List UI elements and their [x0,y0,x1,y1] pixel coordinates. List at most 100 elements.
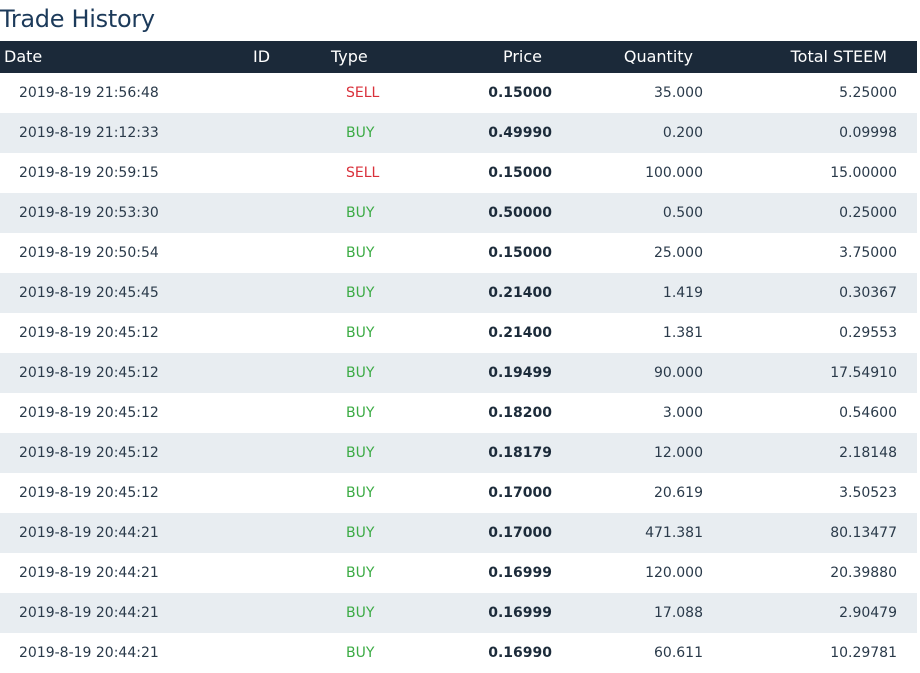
cell-total-steem: 0.09998 [839,125,897,141]
cell-total-steem: 0.54600 [839,405,897,421]
cell-price: 0.15000 [488,165,552,181]
cell-date: 2019-8-19 21:56:48 [19,85,159,101]
table-row: 2019-8-19 20:59:15 SELL 0.15000 100.000 15.0… [0,153,917,193]
cell-quantity: 1.419 [662,285,703,301]
cell-total-steem: 10.29781 [830,645,897,661]
table-row: 2019-8-19 20:44:21 BUY 0.17000 471.381 80.13… [0,513,917,553]
cell-quantity: 100.000 [645,165,703,181]
cell-type: BUY [346,445,375,461]
cell-quantity: 120.000 [645,565,703,581]
column-header-id[interactable]: ID [253,41,270,73]
cell-date: 2019-8-19 21:12:33 [19,125,159,141]
cell-price: 0.15000 [488,245,552,261]
page-title: Trade History [0,5,155,33]
cell-type: BUY [346,605,375,621]
table-row: 2019-8-19 20:44:21 BUY 0.16999 120.000 20.39… [0,553,917,593]
cell-quantity: 35.000 [654,85,703,101]
cell-date: 2019-8-19 20:45:45 [19,285,159,301]
cell-quantity: 12.000 [654,445,703,461]
cell-quantity: 471.381 [645,525,703,541]
cell-price: 0.21400 [488,325,552,341]
cell-quantity: 0.500 [662,205,703,221]
cell-total-steem: 0.25000 [839,205,897,221]
cell-date: 2019-8-19 20:44:21 [19,645,159,661]
cell-quantity: 25.000 [654,245,703,261]
cell-date: 2019-8-19 20:45:12 [19,365,159,381]
cell-type: BUY [346,565,375,581]
cell-date: 2019-8-19 20:45:12 [19,325,159,341]
table-row: 2019-8-19 20:44:21 BUY 0.16990 60.611 10.297… [0,633,917,673]
cell-total-steem: 15.00000 [830,165,897,181]
cell-price: 0.18200 [488,405,552,421]
cell-date: 2019-8-19 20:44:21 [19,565,159,581]
cell-price: 0.19499 [488,365,552,381]
table-row: 2019-8-19 20:45:12 BUY 0.21400 1.381 0.29553 [0,313,917,353]
cell-quantity: 1.381 [662,325,703,341]
cell-total-steem: 0.29553 [839,325,897,341]
cell-type: BUY [346,645,375,661]
cell-price: 0.16990 [488,645,552,661]
cell-quantity: 3.000 [662,405,703,421]
table-row: 2019-8-19 21:12:33 BUY 0.49990 0.200 0.09998 [0,113,917,153]
cell-total-steem: 3.75000 [839,245,897,261]
column-header-date[interactable]: Date [4,41,42,73]
cell-price: 0.16999 [488,565,552,581]
cell-type: SELL [346,165,380,181]
cell-price: 0.50000 [488,205,552,221]
table-row: 2019-8-19 20:44:21 BUY 0.16999 17.088 2.9047… [0,593,917,633]
cell-total-steem: 20.39880 [830,565,897,581]
cell-total-steem: 5.25000 [839,85,897,101]
cell-total-steem: 80.13477 [830,525,897,541]
cell-date: 2019-8-19 20:45:12 [19,485,159,501]
cell-type: BUY [346,125,375,141]
cell-price: 0.17000 [488,525,552,541]
cell-date: 2019-8-19 20:44:21 [19,605,159,621]
cell-date: 2019-8-19 20:45:12 [19,405,159,421]
table-body: 2019-8-19 21:56:48 SELL 0.15000 35.000 5.250… [0,73,917,673]
table-header: Date ID Type Price Quantity Total STEEM [0,41,917,73]
cell-type: BUY [346,485,375,501]
table-row: 2019-8-19 21:56:48 SELL 0.15000 35.000 5.250… [0,73,917,113]
table-row: 2019-8-19 20:53:30 BUY 0.50000 0.500 0.25000 [0,193,917,233]
cell-type: BUY [346,365,375,381]
cell-price: 0.18179 [488,445,552,461]
cell-type: BUY [346,525,375,541]
cell-type: BUY [346,205,375,221]
cell-date: 2019-8-19 20:44:21 [19,525,159,541]
table-row: 2019-8-19 20:45:12 BUY 0.17000 20.619 3.5052… [0,473,917,513]
cell-date: 2019-8-19 20:50:54 [19,245,159,261]
cell-quantity: 90.000 [654,365,703,381]
cell-price: 0.17000 [488,485,552,501]
cell-total-steem: 2.90479 [839,605,897,621]
cell-price: 0.15000 [488,85,552,101]
cell-total-steem: 3.50523 [839,485,897,501]
column-header-price[interactable]: Price [503,41,542,73]
cell-date: 2019-8-19 20:53:30 [19,205,159,221]
trade-history-table: Date ID Type Price Quantity Total STEEM … [0,41,917,673]
cell-type: BUY [346,405,375,421]
table-row: 2019-8-19 20:45:12 BUY 0.18200 3.000 0.54600 [0,393,917,433]
cell-total-steem: 0.30367 [839,285,897,301]
column-header-total-steem[interactable]: Total STEEM [791,41,887,73]
cell-type: BUY [346,285,375,301]
cell-price: 0.21400 [488,285,552,301]
cell-date: 2019-8-19 20:59:15 [19,165,159,181]
cell-quantity: 20.619 [654,485,703,501]
cell-quantity: 17.088 [654,605,703,621]
cell-type: SELL [346,85,380,101]
table-row: 2019-8-19 20:45:45 BUY 0.21400 1.419 0.30367 [0,273,917,313]
column-header-quantity[interactable]: Quantity [624,41,693,73]
cell-type: BUY [346,245,375,261]
cell-quantity: 0.200 [662,125,703,141]
cell-price: 0.49990 [488,125,552,141]
cell-total-steem: 17.54910 [830,365,897,381]
cell-price: 0.16999 [488,605,552,621]
cell-date: 2019-8-19 20:45:12 [19,445,159,461]
cell-quantity: 60.611 [654,645,703,661]
table-row: 2019-8-19 20:45:12 BUY 0.19499 90.000 17.549… [0,353,917,393]
cell-total-steem: 2.18148 [839,445,897,461]
table-row: 2019-8-19 20:50:54 BUY 0.15000 25.000 3.7500… [0,233,917,273]
table-row: 2019-8-19 20:45:12 BUY 0.18179 12.000 2.1814… [0,433,917,473]
cell-type: BUY [346,325,375,341]
column-header-type[interactable]: Type [331,41,368,73]
